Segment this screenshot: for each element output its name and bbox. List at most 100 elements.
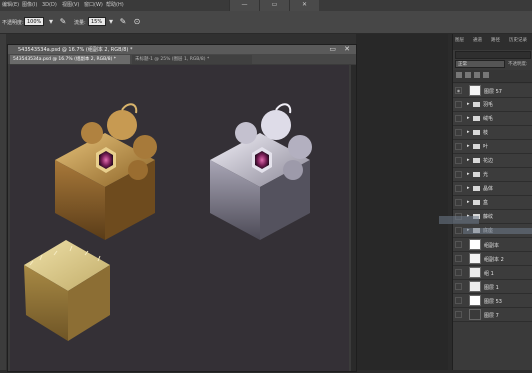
menu-3d[interactable]: 3D(D)	[42, 1, 57, 10]
layer-name: 光	[483, 172, 489, 178]
flow-dropdown-icon[interactable]: ▾	[106, 17, 116, 27]
tab-document-2[interactable]: 未标题-1 @ 25% (图层 1, RGB/8) *	[132, 55, 252, 64]
document-tabs: 543543534a.psd @ 16.7% (组副本 2, RGB/8) * …	[8, 54, 356, 64]
expand-arrow-icon[interactable]: ▸	[467, 143, 470, 149]
visibility-eye-icon[interactable]	[455, 297, 462, 304]
close-button[interactable]: ✕	[289, 0, 319, 11]
layer-group-row[interactable]: ▸ 枝	[453, 126, 532, 140]
vertical-scrollbar[interactable]	[351, 65, 356, 371]
lock-transparency-icon[interactable]	[456, 72, 462, 78]
layer-group-row[interactable]: ▸ 光	[453, 168, 532, 182]
visibility-eye-icon[interactable]	[455, 311, 462, 318]
expand-arrow-icon[interactable]: ▸	[467, 129, 470, 135]
layer-filter-input[interactable]	[455, 51, 531, 59]
layer-group-row[interactable]: ▸ 盒	[453, 196, 532, 210]
layer-name: 藤纹	[483, 214, 494, 220]
menu-window[interactable]: 窗口(W)	[84, 1, 103, 10]
tab-history[interactable]: 历史记录	[509, 37, 527, 43]
panel-tabs: 图层 通道 路径 历史记录	[453, 34, 532, 50]
workspace-gap	[356, 34, 448, 370]
layer-name: 花边	[483, 158, 494, 164]
flow-input[interactable]: 15%	[88, 17, 106, 26]
visibility-eye-icon[interactable]	[455, 199, 462, 206]
opacity-dropdown-icon[interactable]: ▾	[46, 17, 56, 27]
flow-label: 流量:	[74, 20, 86, 26]
layer-name: 绒毛	[483, 116, 494, 122]
visibility-eye-icon[interactable]	[455, 115, 462, 122]
folder-icon	[473, 200, 480, 205]
layer-group-row[interactable]: ▸ 晶体	[453, 182, 532, 196]
expand-arrow-icon[interactable]: ▸	[467, 185, 470, 191]
layer-row[interactable]: 图层 53	[453, 294, 532, 308]
visibility-eye-icon[interactable]: ◉	[455, 87, 462, 94]
lock-position-icon[interactable]	[474, 72, 480, 78]
visibility-eye-icon[interactable]	[455, 241, 462, 248]
folder-icon	[473, 144, 480, 149]
visibility-eye-icon[interactable]	[455, 227, 462, 234]
minimize-button[interactable]: —	[229, 0, 259, 11]
visibility-eye-icon[interactable]	[455, 255, 462, 262]
tab-document-1[interactable]: 543543534a.psd @ 16.7% (组副本 2, RGB/8) *	[10, 55, 130, 64]
expand-arrow-icon[interactable]: ▸	[467, 199, 470, 205]
expand-arrow-icon[interactable]: ▸	[467, 115, 470, 121]
tab-channels[interactable]: 通道	[473, 37, 482, 43]
opacity-input[interactable]: 100%	[24, 17, 44, 26]
visibility-eye-icon[interactable]	[455, 185, 462, 192]
layer-thumbnail	[469, 281, 481, 292]
layer-group-row[interactable]: ▸ 叶	[453, 140, 532, 154]
tab-layers[interactable]: 图层	[455, 37, 464, 43]
layer-group-row[interactable]: ▸ 绒毛	[453, 112, 532, 126]
menu-image[interactable]: 图像(I)	[22, 1, 37, 10]
visibility-eye-icon[interactable]	[455, 283, 462, 290]
layer-thumbnail	[469, 267, 481, 278]
folder-icon	[473, 102, 480, 107]
expand-arrow-icon[interactable]: ▸	[467, 171, 470, 177]
layer-thumbnail	[469, 239, 481, 250]
panel-opacity-label: 不透明度:	[508, 62, 528, 67]
document-close-icon[interactable]: ✕	[344, 45, 350, 53]
layer-name: 叶	[483, 144, 489, 150]
maximize-button[interactable]: ▭	[259, 0, 289, 11]
lock-pixels-icon[interactable]	[465, 72, 471, 78]
visibility-eye-icon[interactable]	[455, 101, 462, 108]
opacity-label: 不透明度:	[2, 20, 24, 26]
lock-all-icon[interactable]	[483, 72, 489, 78]
document-window: 543543534a.psd @ 16.7% (组副本 2, RGB/8) * …	[7, 44, 357, 372]
document-minimize-icon[interactable]: ▭	[329, 45, 336, 53]
layer-row[interactable]: 组 1	[453, 266, 532, 280]
expand-arrow-icon[interactable]: ▸	[467, 101, 470, 107]
tab-paths[interactable]: 路径	[491, 37, 500, 43]
options-bar: 不透明度: 100% ▾ ✎ 流量: 15% ▾ ✎ ⊙	[0, 11, 532, 34]
visibility-eye-icon[interactable]	[455, 129, 462, 136]
visibility-eye-icon[interactable]	[455, 157, 462, 164]
layer-row[interactable]: 图层 1	[453, 280, 532, 294]
menu-help[interactable]: 帮助(H)	[106, 1, 124, 10]
layer-row[interactable]: 图层 7	[453, 308, 532, 322]
visibility-eye-icon[interactable]	[455, 143, 462, 150]
layer-name: 图层 53	[484, 299, 502, 305]
layer-row[interactable]: 组副本 2	[453, 252, 532, 266]
airbrush-icon[interactable]: ✎	[118, 17, 128, 27]
visibility-eye-icon[interactable]	[455, 269, 462, 276]
canvas[interactable]	[10, 65, 349, 371]
layer-group-row[interactable]: ▸ 羽毛	[453, 98, 532, 112]
menu-edit[interactable]: 编辑(E)	[2, 1, 19, 10]
pressure-opacity-icon[interactable]: ✎	[58, 17, 68, 27]
menu-view[interactable]: 视图(V)	[62, 1, 79, 10]
expand-arrow-icon[interactable]: ▸	[467, 157, 470, 163]
layer-row[interactable]: 组副本	[453, 238, 532, 252]
document-titlebar[interactable]: 543543534a.psd @ 16.7% (组副本 2, RGB/8) * …	[8, 45, 356, 54]
pressure-size-icon[interactable]: ⊙	[132, 17, 142, 27]
layer-name: 晶体	[483, 186, 494, 192]
folder-icon	[473, 158, 480, 163]
folder-icon	[473, 130, 480, 135]
layer-row[interactable]: ◉ 图层 57	[453, 84, 532, 98]
visibility-eye-icon[interactable]	[455, 171, 462, 178]
canvas-artwork	[24, 103, 312, 341]
layer-group-row[interactable]: ▸ 花边	[453, 154, 532, 168]
menu-bar: 编辑(E) 图像(I) 3D(D) 视图(V) 窗口(W) 帮助(H) — ▭ …	[0, 0, 532, 11]
lock-row	[453, 70, 532, 83]
layer-name: 枝	[483, 130, 489, 136]
gold-box-artwork	[55, 103, 157, 240]
blend-mode-select[interactable]: 正常	[455, 60, 505, 68]
